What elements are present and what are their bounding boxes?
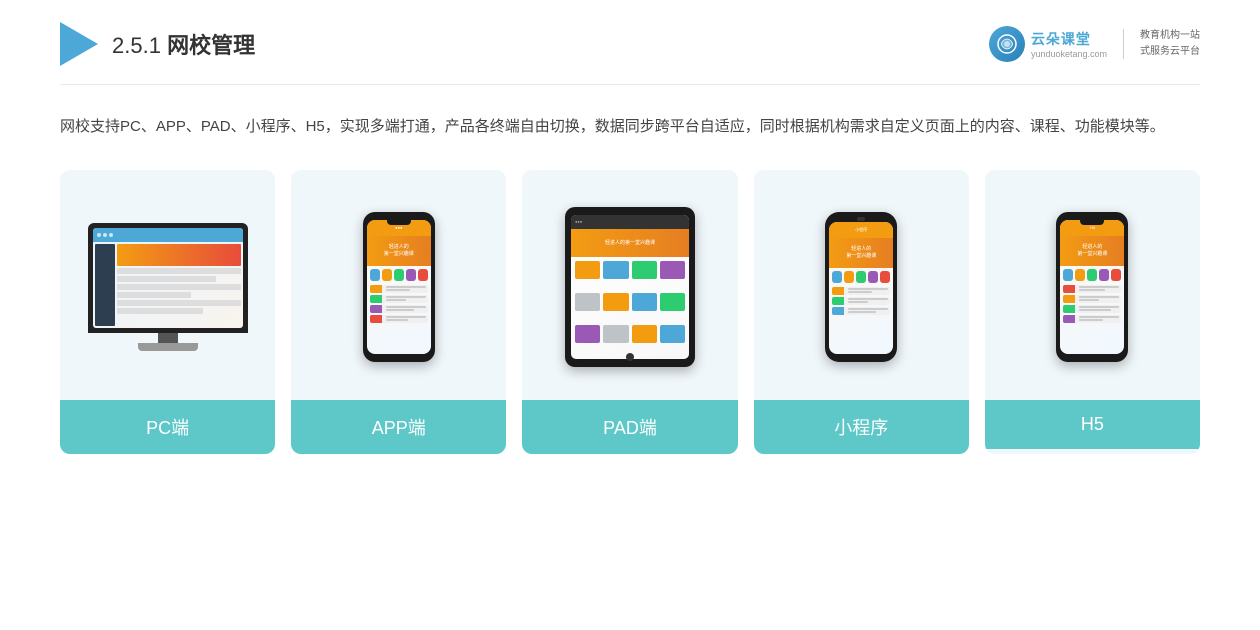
- card-h5: H5 轻进人的第一堂兴趣课: [985, 170, 1200, 454]
- phone-mini-screen: 小程序 轻进人的第一堂兴趣课: [829, 222, 893, 354]
- card-pad: ●●● 轻进人的第一堂兴趣课: [522, 170, 737, 454]
- description-text: 网校支持PC、APP、PAD、小程序、H5，实现多端打通，产品各终端自由切换，数…: [60, 85, 1200, 160]
- page-container: 2.5.1 网校管理 云朵课堂 yunduoketang.com: [0, 0, 1260, 630]
- card-pc-image: [60, 170, 275, 400]
- tablet-screen: ●●● 轻进人的第一堂兴趣课: [571, 215, 689, 359]
- card-h5-label: H5: [985, 400, 1200, 449]
- desktop-screen-top: [93, 228, 243, 242]
- card-miniprogram: 小程序 轻进人的第一堂兴趣课: [754, 170, 969, 454]
- device-phone-h5: H5 轻进人的第一堂兴趣课: [1056, 212, 1128, 362]
- desktop-screen: [93, 228, 243, 328]
- card-pc: PC端: [60, 170, 275, 454]
- device-desktop: [88, 223, 248, 351]
- logo-triangle: [60, 22, 98, 66]
- card-miniprogram-image: 小程序 轻进人的第一堂兴趣课: [754, 170, 969, 400]
- brand-divider: [1123, 29, 1124, 59]
- header-left: 2.5.1 网校管理: [60, 22, 255, 66]
- header: 2.5.1 网校管理 云朵课堂 yunduoketang.com: [60, 0, 1200, 85]
- cards-container: PC端 ●●● 轻进人的第一堂兴趣课: [60, 170, 1200, 454]
- card-pc-label: PC端: [60, 400, 275, 454]
- brand-text: 云朵课堂 yunduoketang.com: [1031, 29, 1107, 59]
- card-app-label: APP端: [291, 400, 506, 454]
- device-phone-app: ●●● 轻进人的第一堂兴趣课: [363, 212, 435, 362]
- card-h5-image: H5 轻进人的第一堂兴趣课: [985, 170, 1200, 400]
- brand-area: 云朵课堂 yunduoketang.com 教育机构一站 式服务云平台: [989, 26, 1200, 62]
- card-app-image: ●●● 轻进人的第一堂兴趣课: [291, 170, 506, 400]
- device-phone-mini: 小程序 轻进人的第一堂兴趣课: [825, 212, 897, 362]
- desktop-monitor: [88, 223, 248, 333]
- brand-logo: 云朵课堂 yunduoketang.com: [989, 26, 1107, 62]
- card-app: ●●● 轻进人的第一堂兴趣课: [291, 170, 506, 454]
- card-pad-image: ●●● 轻进人的第一堂兴趣课: [522, 170, 737, 400]
- phone-app-screen: ●●● 轻进人的第一堂兴趣课: [367, 220, 431, 354]
- brand-tagline: 教育机构一站 式服务云平台: [1140, 28, 1200, 60]
- card-pad-label: PAD端: [522, 400, 737, 454]
- device-tablet: ●●● 轻进人的第一堂兴趣课: [565, 207, 695, 367]
- brand-icon: [989, 26, 1025, 62]
- phone-h5-screen: H5 轻进人的第一堂兴趣课: [1060, 220, 1124, 354]
- card-miniprogram-label: 小程序: [754, 400, 969, 454]
- page-title: 2.5.1 网校管理: [112, 28, 255, 60]
